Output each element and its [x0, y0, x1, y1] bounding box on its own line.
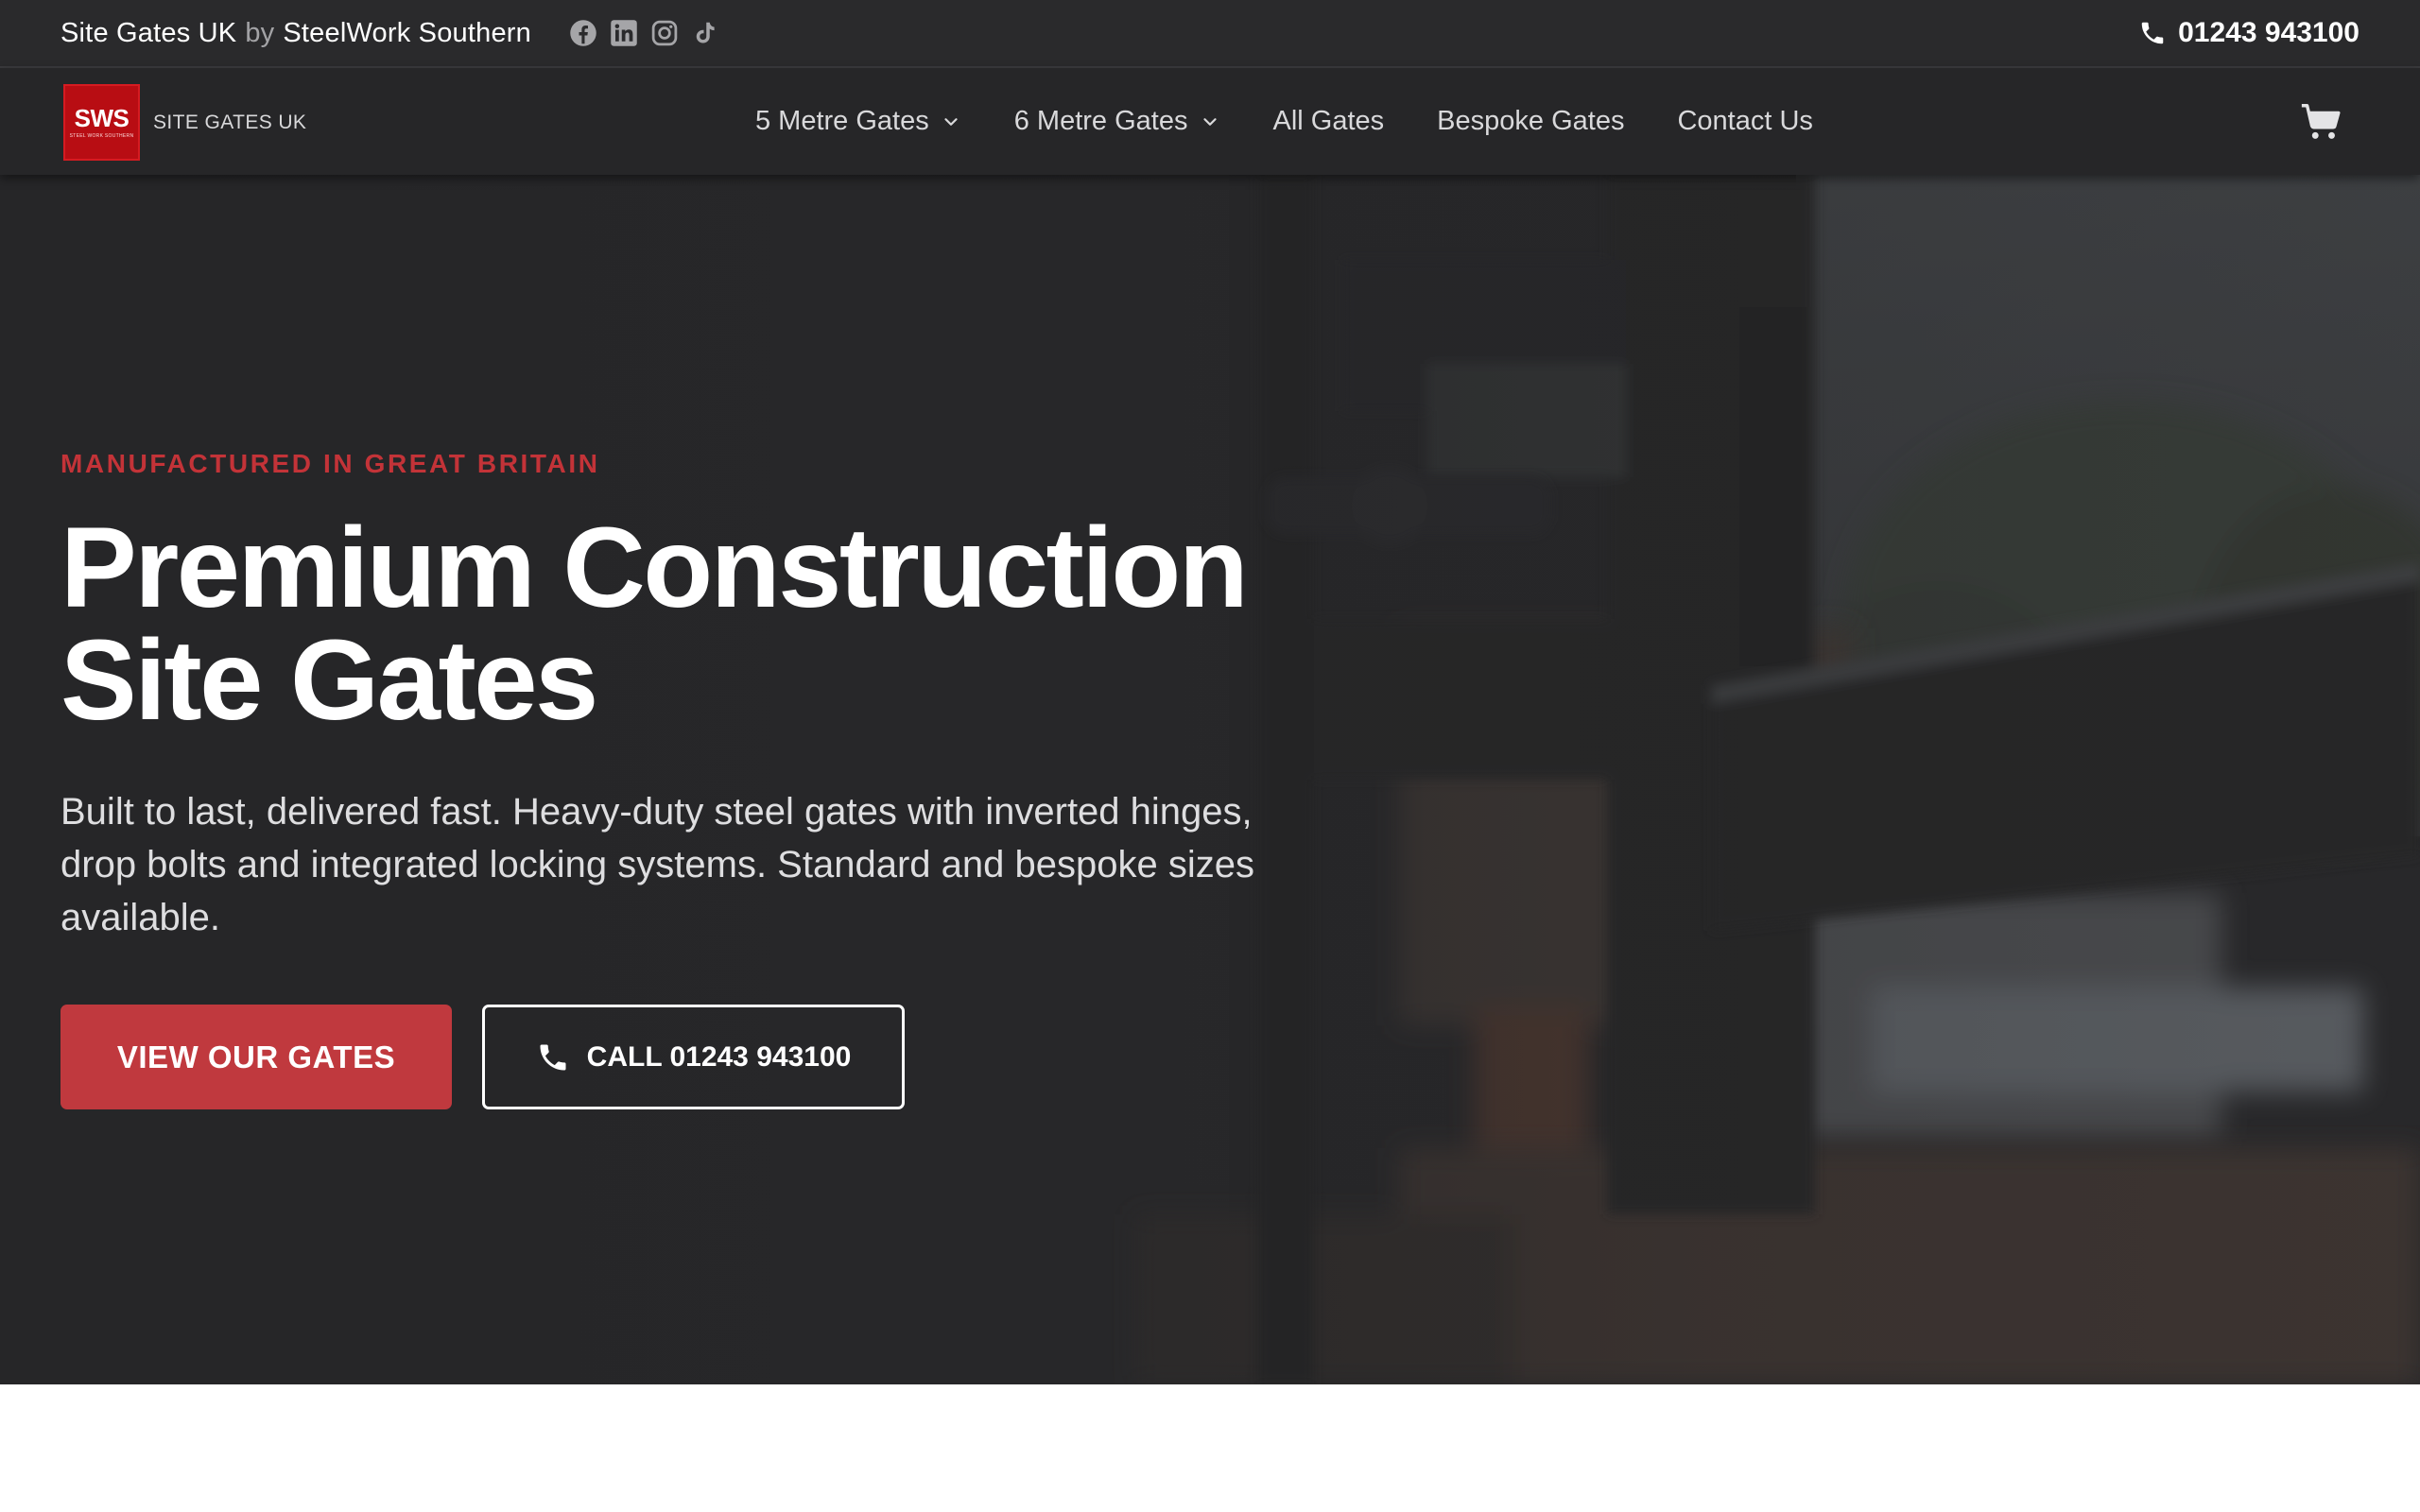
- hero-eyebrow: MANUFACTURED IN GREAT BRITAIN: [60, 449, 600, 478]
- social-links: [569, 19, 719, 47]
- top-phone-number: 01243 943100: [2178, 17, 2360, 48]
- chevron-down-icon: [944, 117, 958, 126]
- nav-item-label: Bespoke Gates: [1437, 106, 1625, 136]
- hero-section: MANUFACTURED IN GREAT BRITAIN Premium Co…: [0, 175, 2420, 1384]
- view-our-gates-label: VIEW OUR GATES: [116, 1039, 396, 1074]
- nav-item-bespoke-gates[interactable]: Bespoke Gates: [1437, 106, 1624, 137]
- hero-headline: Premium Construction Site Gates: [60, 503, 1384, 744]
- instagram-icon[interactable]: [650, 19, 679, 47]
- nav-item-label: 5 Metre Gates: [755, 106, 929, 136]
- hero-subtext: Built to last, delivered fast. Heavy-dut…: [60, 791, 1254, 938]
- nav-item-6-metre-gates[interactable]: 6 Metre Gates: [1014, 106, 1220, 137]
- top-phone-link[interactable]: 01243 943100: [2138, 17, 2360, 49]
- nav-item-label: Contact Us: [1677, 106, 1813, 136]
- nav-item-contact-us[interactable]: Contact Us: [1677, 106, 1812, 137]
- primary-menu: 5 Metre Gates 6 Metre Gates All Gates Be…: [755, 68, 1813, 175]
- logo-mark: SWS: [74, 104, 130, 132]
- call-button[interactable]: CALL 01243 943100: [482, 1005, 905, 1109]
- view-our-gates-button[interactable]: VIEW OUR GATES: [60, 1005, 452, 1109]
- hero-content: MANUFACTURED IN GREAT BRITAIN Premium Co…: [60, 449, 1384, 1109]
- nav-item-5-metre-gates[interactable]: 5 Metre Gates: [755, 106, 961, 137]
- cart-icon[interactable]: [2299, 100, 2342, 144]
- facebook-icon[interactable]: [569, 19, 597, 47]
- call-button-label: CALL 01243 943100: [586, 1040, 852, 1073]
- next-section: [0, 1384, 2420, 1512]
- phone-icon: [2141, 22, 2164, 44]
- brand-company: SteelWork Southern: [283, 17, 531, 48]
- hero-headline-line-1: Premium Construction: [60, 503, 1249, 631]
- phone-icon: [540, 1044, 566, 1070]
- main-navbar: SWS STEEL WORK SOUTHERN SITE GATES UK 5 …: [0, 68, 2420, 175]
- logo-tagline: STEEL WORK SOUTHERN: [69, 133, 134, 139]
- tiktok-icon[interactable]: [691, 19, 719, 47]
- nav-item-label: 6 Metre Gates: [1013, 106, 1188, 136]
- logo-badge: SWS STEEL WORK SOUTHERN: [63, 84, 140, 161]
- linkedin-icon[interactable]: [610, 19, 638, 47]
- logo-text: SITE GATES UK: [153, 111, 307, 133]
- top-bar-brand: Site Gates UK by SteelWork Southern: [60, 18, 719, 49]
- brand-name: Site Gates UK: [60, 17, 237, 48]
- nav-item-label: All Gates: [1272, 106, 1385, 136]
- hero-headline-line-2: Site Gates: [60, 615, 598, 744]
- chevron-down-icon: [1202, 117, 1217, 126]
- brand-by: by: [245, 17, 275, 48]
- hero-cta-group: VIEW OUR GATES CALL 01243 943100: [60, 1005, 1384, 1109]
- nav-item-all-gates[interactable]: All Gates: [1273, 106, 1385, 137]
- top-bar: Site Gates UK by SteelWork Southern 0124…: [0, 0, 2420, 68]
- site-logo[interactable]: SWS STEEL WORK SOUTHERN SITE GATES UK: [63, 84, 306, 161]
